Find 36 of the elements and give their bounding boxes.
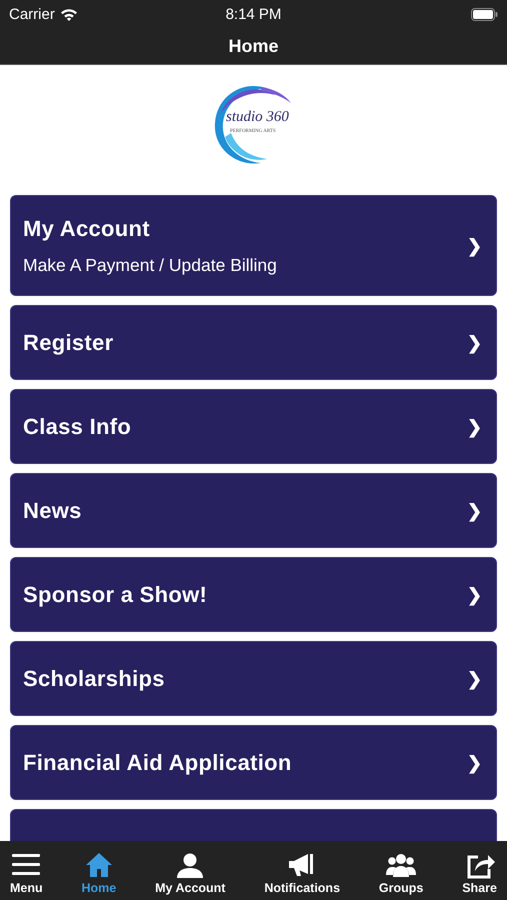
tab-item[interactable]: Share	[456, 841, 503, 900]
logo-wordmark: studio 360	[226, 109, 289, 126]
tab-item[interactable]: Notifications	[258, 841, 346, 900]
card-title: Sponsor a Show!	[23, 582, 208, 608]
chevron-icon: ❯	[467, 500, 482, 522]
carrier-name: Carrier	[9, 6, 55, 22]
tab-item[interactable]: Menu	[4, 841, 49, 900]
card-title: Register	[23, 330, 114, 356]
wifi-icon	[60, 8, 78, 20]
person-icon	[175, 850, 206, 878]
chevron-icon: ❯	[467, 752, 482, 774]
tab-item[interactable]: Groups	[372, 841, 430, 900]
status-time: 8:14 PM	[226, 6, 282, 22]
menu-card[interactable]: News ❯	[10, 473, 497, 548]
tab-item[interactable]: My Account	[149, 841, 232, 900]
chevron-icon: ❯	[467, 416, 482, 438]
card-title: Class Info	[23, 414, 132, 440]
home-icon	[84, 850, 114, 878]
menu-card[interactable]: Class Info ❯	[10, 389, 497, 464]
card-title: News	[23, 498, 82, 524]
chevron-icon: ❯	[467, 668, 482, 690]
menu-card[interactable]: My Account Make A Payment / Update Billing ❯	[10, 195, 497, 296]
page-title: Home	[228, 36, 278, 56]
chevron-icon: ❯	[467, 584, 482, 606]
menu-card[interactable]: Sponsor a Show! ❯	[10, 557, 497, 632]
card-title: Financial Aid Application	[23, 750, 292, 776]
menu-card[interactable]: Financial Aid Application ❯	[10, 725, 497, 800]
menu-card[interactable]: Scholarships ❯	[10, 641, 497, 716]
tab-item[interactable]: Home	[76, 841, 122, 900]
card-subtitle: Make A Payment / Update Billing	[23, 254, 277, 276]
chevron-icon: ❯	[467, 234, 482, 256]
card-title: Scholarships	[23, 666, 165, 692]
battery-icon	[471, 8, 498, 20]
card-title: My Account	[23, 216, 151, 242]
chevron-icon: ❯	[467, 332, 482, 354]
menu-card[interactable]: Register ❯	[10, 305, 497, 380]
